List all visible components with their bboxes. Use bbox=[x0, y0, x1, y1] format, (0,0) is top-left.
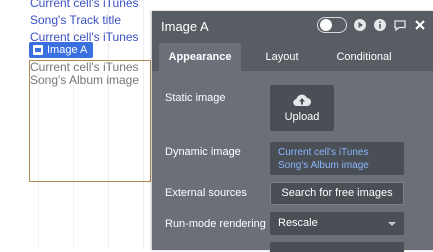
dynamic-image-label: Dynamic image bbox=[165, 146, 241, 158]
tab-appearance[interactable]: Appearance bbox=[159, 43, 241, 71]
upload-label: Upload bbox=[284, 111, 320, 123]
run-mode-value: Rescale bbox=[278, 217, 318, 229]
panel-tabs: Appearance Layout Conditional bbox=[152, 43, 433, 71]
dynamic-image-field[interactable]: Current cell's iTunes Song's Album image bbox=[270, 142, 404, 175]
selected-element-badge[interactable]: Image A bbox=[29, 42, 94, 58]
info-icon[interactable] bbox=[373, 18, 387, 32]
search-free-images-button[interactable]: Search for free images bbox=[270, 182, 404, 205]
badge-label: Image A bbox=[47, 44, 88, 56]
appearance-tab-body: Static image Upload Dynamic image Curren… bbox=[152, 71, 433, 252]
upload-cloud-icon bbox=[293, 94, 311, 107]
tab-layout[interactable]: Layout bbox=[241, 43, 323, 71]
run-mode-label: Run-mode rendering bbox=[165, 218, 266, 230]
image-placeholder-line2: Song's Album image bbox=[30, 73, 140, 87]
panel-header[interactable]: Image A bbox=[152, 11, 433, 41]
panel-title: Image A bbox=[161, 18, 209, 34]
dynamic-image-value-line2: Song's Album image bbox=[278, 160, 369, 171]
dynamic-image-value-line1: Current cell's iTunes bbox=[278, 147, 369, 158]
comment-icon[interactable] bbox=[393, 18, 407, 32]
property-editor-panel: Image A Appearance Layout Conditional St… bbox=[152, 11, 433, 252]
canvas-text-line1[interactable]: Current cell's iTunes bbox=[30, 0, 139, 10]
image-icon bbox=[33, 45, 43, 55]
upload-button[interactable]: Upload bbox=[270, 85, 334, 131]
play-icon[interactable] bbox=[353, 18, 367, 32]
chevron-down-icon bbox=[388, 222, 396, 226]
canvas-text-track-title[interactable]: Song's Track title bbox=[30, 13, 121, 27]
toggle-knob bbox=[320, 19, 332, 31]
run-mode-dropdown[interactable]: Rescale bbox=[270, 212, 404, 235]
image-element[interactable]: Current cell's iTunes Song's Album image bbox=[29, 60, 151, 182]
header-tools bbox=[317, 17, 427, 33]
tab-conditional[interactable]: Conditional bbox=[323, 43, 405, 71]
next-field-partial[interactable] bbox=[270, 242, 404, 252]
static-image-label: Static image bbox=[165, 92, 226, 104]
close-icon[interactable] bbox=[413, 18, 427, 32]
external-sources-label: External sources bbox=[165, 187, 247, 199]
visibility-toggle[interactable] bbox=[317, 17, 347, 33]
